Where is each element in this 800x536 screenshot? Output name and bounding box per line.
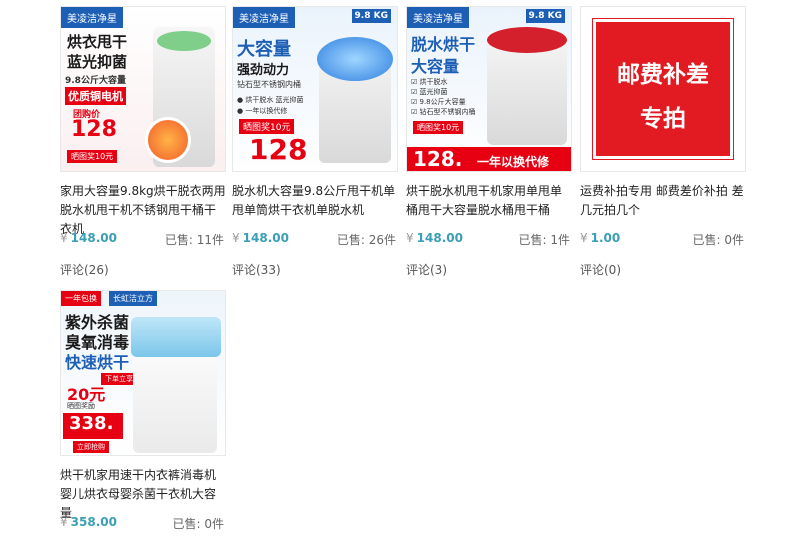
reviews-link[interactable]: 评论(0) [580, 261, 621, 278]
sold-label: 已售: [172, 517, 201, 531]
currency-symbol: ¥ [60, 231, 68, 245]
sold-count: 已售: 0件 [692, 231, 744, 248]
headline-3: 快速烘干 [65, 353, 130, 372]
product-image[interactable]: 美凌洁净星 9.8 KG 大容量 强劲动力 钻石型不锈钢内桶 ● 烘干脱水 蓝光… [232, 6, 398, 172]
bonus-note: 晒图奖10元 [67, 150, 118, 163]
dryer-lid [131, 317, 221, 357]
brand-tag: 美凌洁净星 [233, 7, 295, 28]
kg-badge: 9.8 KG [351, 9, 391, 23]
sold-label: 已售: [692, 233, 721, 247]
price-value: 148.00 [242, 231, 289, 245]
sold-value: 0件 [724, 233, 744, 247]
sold-value: 1件 [550, 233, 570, 247]
sold-count: 已售: 0件 [172, 515, 224, 532]
price-value: 358.00 [70, 515, 117, 529]
sold-count: 已售: 11件 [165, 231, 224, 248]
feature-4: ☑ 钻石型不锈钢内桶 [411, 108, 476, 116]
guarantee-text: 一年以换代修 [477, 155, 550, 169]
currency-symbol: ¥ [232, 231, 240, 245]
product-price: ¥148.00 [232, 231, 289, 245]
feature-1: ☑ 烘干脱水 [411, 78, 448, 86]
currency-symbol: ¥ [580, 231, 588, 245]
reviews-link[interactable]: 评论(3) [406, 261, 447, 278]
sold-value: 26件 [368, 233, 396, 247]
product-image[interactable]: 美凌洁净星 烘衣甩干 蓝光抑菌 9.8公斤大容量 优质铜电机 团购价 128 晒… [60, 6, 226, 172]
thumb-price: 128. [413, 147, 463, 171]
price-value: 148.00 [70, 231, 117, 245]
sold-value: 11件 [196, 233, 224, 247]
sold-value: 0件 [204, 517, 224, 531]
currency-symbol: ¥ [60, 515, 68, 529]
price-value: 148.00 [416, 231, 463, 245]
headline-1: 脱水烘干 [411, 35, 476, 54]
sold-count: 已售: 1件 [518, 231, 570, 248]
sold-label: 已售: [518, 233, 547, 247]
feature-1: ● 烘干脱水 蓝光抑菌 [237, 96, 304, 104]
currency-symbol: ¥ [406, 231, 414, 245]
capacity-text: 9.8公斤大容量 [65, 76, 126, 86]
buy-button: 立即抢购 [73, 441, 109, 453]
brand-tag: 美凌洁净星 [61, 7, 123, 28]
product-price: ¥148.00 [406, 231, 463, 245]
product-image[interactable]: 邮费补差 专拍 [580, 6, 746, 172]
guarantee-tag: 一年包换 [61, 291, 101, 306]
order-note: 下单立享 [101, 373, 137, 385]
sold-count: 已售: 26件 [337, 231, 396, 248]
coupon-note: 晒图奖励 [67, 402, 95, 410]
headline-2: 蓝光抑菌 [67, 53, 128, 71]
feature-2: ● 一年以换代修 [237, 107, 288, 115]
headline-1: 大容量 [237, 39, 291, 60]
brand-tag: 美凌洁净星 [407, 7, 469, 28]
washer-lid [487, 27, 567, 53]
reviews-link[interactable]: 评论(26) [60, 261, 109, 278]
price-value: 1.00 [590, 231, 621, 245]
washer-lid [157, 31, 211, 51]
kg-badge: 9.8 KG [525, 9, 565, 23]
headline-1: 烘衣甩干 [67, 33, 128, 51]
heater-detail [145, 117, 191, 163]
thumb-price: 128 [249, 133, 308, 166]
product-price: ¥358.00 [60, 515, 117, 529]
product-title[interactable]: 运费补拍专用 邮费差价补拍 差几元拍几个 [580, 182, 746, 220]
headline-2: 专拍 [640, 106, 686, 132]
product-price: ¥1.00 [580, 231, 620, 245]
tub-text: 钻石型不锈钢内桶 [237, 80, 301, 89]
thumb-price: 338. [69, 413, 114, 434]
sold-label: 已售: [164, 233, 193, 247]
bonus-note: 晒图奖10元 [239, 119, 295, 134]
headline-1: 邮费补差 [617, 62, 709, 88]
product-price: ¥148.00 [60, 231, 117, 245]
motor-text: 优质铜电机 [65, 87, 126, 105]
headline-2: 大容量 [411, 57, 460, 76]
headline-2: 强劲动力 [237, 63, 290, 78]
product-title[interactable]: 烘干脱水机甩干机家用单甩单桶甩干大容量脱水桶甩干桶 [406, 182, 572, 220]
product-image[interactable]: 美凌洁净星 9.8 KG 脱水烘干 大容量 ☑ 烘干脱水 ☑ 蓝光抑菌 ☑ 9.… [406, 6, 572, 172]
product-title[interactable]: 脱水机大容量9.8公斤甩干机单甩单筒烘干衣机单脱水机 [232, 182, 398, 220]
feature-3: ☑ 9.8公斤大容量 [411, 98, 466, 106]
bonus-note: 晒图奖10元 [413, 121, 464, 134]
brand-tag: 长虹洁立方 [109, 291, 157, 306]
sold-label: 已售: [336, 233, 365, 247]
product-image[interactable]: 一年包换 长虹洁立方 紫外杀菌 臭氧消毒 快速烘干 下单立享 20元 晒图奖励 … [60, 290, 226, 456]
washer-lid [317, 37, 393, 81]
thumb-price: 128 [71, 117, 117, 142]
feature-2: ☑ 蓝光抑菌 [411, 88, 448, 96]
reviews-link[interactable]: 评论(33) [232, 261, 281, 278]
postage-graphic [593, 19, 733, 159]
